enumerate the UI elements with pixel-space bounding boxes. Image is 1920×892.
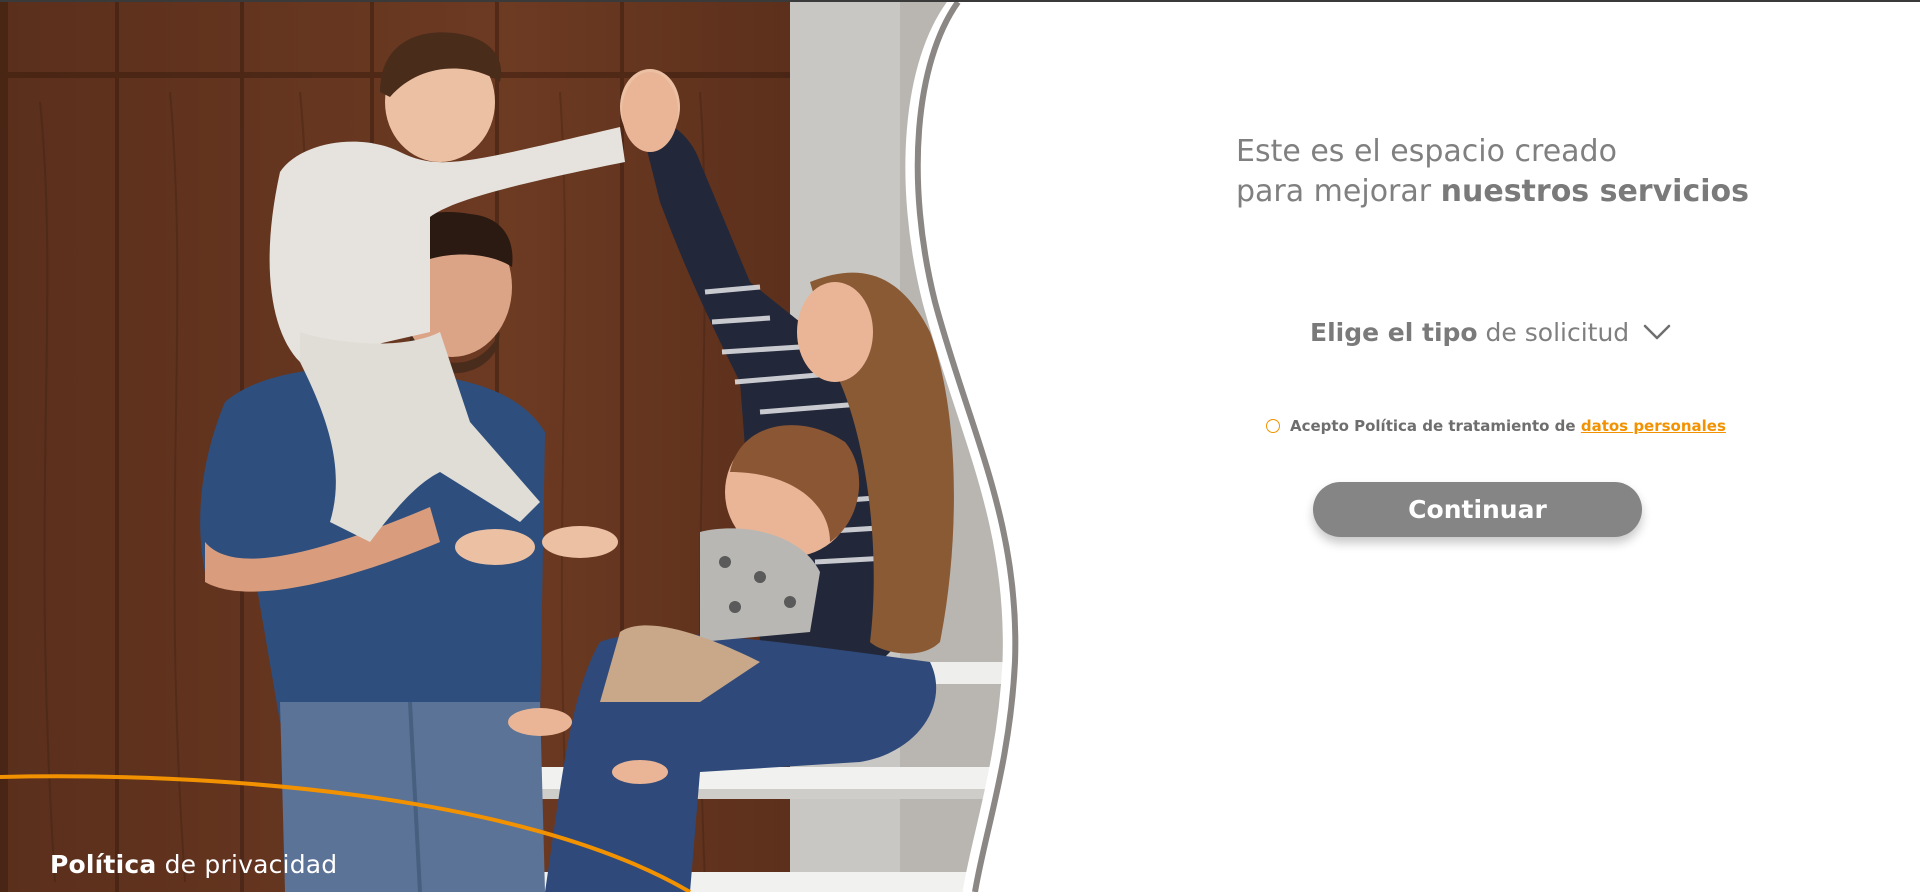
chevron-down-icon[interactable] <box>1643 323 1671 341</box>
hero-photo: Política de privacidad <box>0 2 1020 892</box>
request-form: Este es el espacio creado para mejorar n… <box>1020 2 1920 892</box>
privacy-policy-link[interactable]: Política de privacidad <box>50 850 337 879</box>
request-type-label-bold: Elige el tipo <box>1310 317 1478 347</box>
page-headline: Este es el espacio creado para mejorar n… <box>1236 132 1749 212</box>
headline-line2-bold: nuestros servicios <box>1440 174 1749 209</box>
headline-line1: Este es el espacio creado <box>1236 134 1617 169</box>
family-photo-illustration <box>0 2 1020 892</box>
consent-text: Acepto Política de tratamiento de <box>1290 417 1576 435</box>
privacy-link-bold: Política <box>50 850 157 879</box>
personal-data-link[interactable]: datos personales <box>1581 417 1726 435</box>
continue-button[interactable]: Continuar <box>1313 482 1642 537</box>
consent-radio[interactable] <box>1266 419 1280 433</box>
request-type-label-rest: de solicitud <box>1485 317 1630 347</box>
privacy-consent: Acepto Política de tratamiento de datos … <box>1266 417 1726 435</box>
request-type-dropdown[interactable]: Elige el tipo de solicitud <box>1310 312 1671 352</box>
headline-line2-prefix: para mejorar <box>1236 174 1441 209</box>
page: Política de privacidad Este es el espaci… <box>0 0 1920 892</box>
privacy-link-rest: de privacidad <box>164 850 338 879</box>
